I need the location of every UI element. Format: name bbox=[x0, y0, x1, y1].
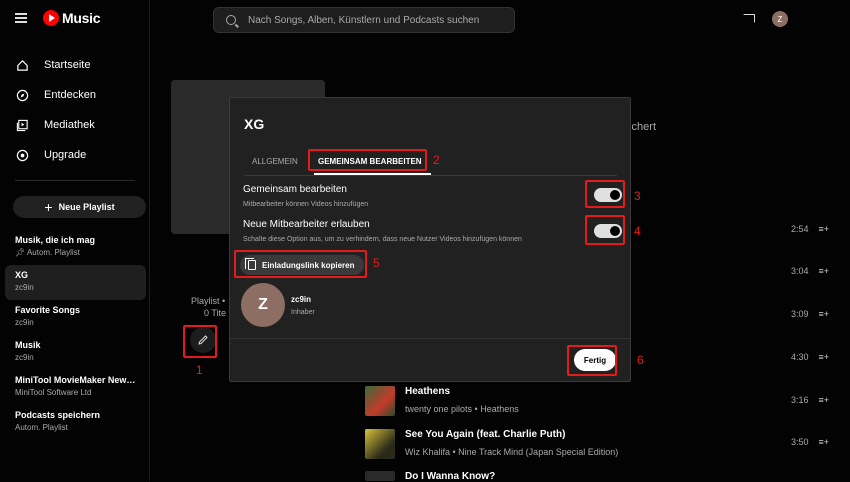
allow-sub: Schalte diese Option aus, um zu verhinde… bbox=[243, 236, 522, 243]
annotation-box bbox=[234, 250, 367, 278]
playlist-item[interactable]: XG zc9in bbox=[5, 265, 146, 300]
track-row[interactable]: Do I Wanna Know? bbox=[365, 471, 495, 482]
active-tab-indicator bbox=[314, 173, 431, 175]
playlist-item[interactable]: Favorite Songs zc9in bbox=[5, 300, 146, 335]
playlist-title: XG bbox=[15, 270, 29, 280]
playlist-sub: MiniTool Software Ltd bbox=[15, 388, 92, 397]
track-title: Do I Wanna Know? bbox=[405, 471, 496, 482]
add-to-queue-icon[interactable]: ≡+ bbox=[819, 437, 830, 447]
track-row[interactable]: See You Again (feat. Charlie Puth) Wiz K… bbox=[365, 429, 618, 459]
member-avatar: Z bbox=[241, 283, 285, 327]
playlist-title: Musik bbox=[15, 340, 41, 350]
track-title: Heathens bbox=[405, 386, 451, 397]
track-thumbnail bbox=[365, 429, 395, 459]
collab-title: Gemeinsam bearbeiten bbox=[243, 184, 347, 195]
logo-text: Music bbox=[62, 10, 101, 26]
track-duration: 3:16 bbox=[791, 395, 809, 405]
upgrade-icon bbox=[15, 148, 29, 162]
cast-icon[interactable] bbox=[743, 14, 755, 23]
allow-title: Neue Mitbearbeiter erlauben bbox=[243, 219, 370, 230]
annotation-box bbox=[308, 149, 427, 171]
playlist-list: Musik, die ich mag 📌︎ Autom. Playlist XG… bbox=[5, 230, 146, 440]
nav-item-home[interactable]: Startseite bbox=[15, 50, 96, 80]
nav-label: Upgrade bbox=[44, 149, 87, 161]
track-thumbnail bbox=[365, 386, 395, 416]
home-icon bbox=[15, 58, 29, 72]
search-input[interactable]: Nach Songs, Alben, Künstlern und Podcast… bbox=[213, 7, 515, 33]
annotation-number: 3 bbox=[634, 189, 641, 203]
nav-label: Mediathek bbox=[44, 119, 95, 131]
playlist-sub: zc9in bbox=[15, 283, 34, 292]
playlist-sub: Autom. Playlist bbox=[15, 423, 68, 432]
playlist-title: Favorite Songs bbox=[15, 305, 81, 315]
add-to-queue-icon[interactable]: ≡+ bbox=[819, 352, 830, 362]
avatar[interactable]: Z bbox=[772, 11, 788, 27]
divider bbox=[230, 338, 630, 339]
nav-item-upgrade[interactable]: Upgrade bbox=[15, 140, 96, 170]
nav-item-explore[interactable]: Entdecken bbox=[15, 80, 96, 110]
library-icon bbox=[15, 118, 29, 132]
search-placeholder: Nach Songs, Alben, Künstlern und Podcast… bbox=[248, 14, 480, 26]
tab-general[interactable]: ALLGEMEIN bbox=[252, 157, 298, 166]
annotation-box bbox=[183, 325, 217, 358]
youtube-music-logo-icon bbox=[43, 10, 59, 26]
playlist-sub: Autom. Playlist bbox=[26, 248, 80, 257]
annotation-box bbox=[585, 180, 625, 208]
sidebar-header: Music bbox=[15, 10, 100, 26]
track-sub: twenty one pilots • Heathens bbox=[405, 404, 519, 414]
track-title: See You Again (feat. Charlie Puth) bbox=[405, 429, 566, 440]
divider bbox=[15, 180, 135, 181]
annotation-number: 5 bbox=[373, 256, 380, 270]
track-sub: Wiz Khalifa • Nine Track Mind (Japan Spe… bbox=[405, 447, 619, 457]
playlist-item[interactable]: Musik zc9in bbox=[5, 335, 146, 370]
add-to-queue-icon[interactable]: ≡+ bbox=[819, 395, 830, 405]
member-name: zc9in bbox=[291, 295, 312, 304]
track-row[interactable]: Heathens twenty one pilots • Heathens bbox=[365, 386, 519, 416]
annotation-box bbox=[567, 345, 617, 376]
playlist-sub: zc9in bbox=[15, 318, 34, 327]
plus-icon: + bbox=[44, 199, 53, 215]
titles-count: 0 Tite bbox=[204, 308, 227, 318]
dialog-title: XG bbox=[244, 116, 265, 132]
playlist-item[interactable]: Musik, die ich mag 📌︎ Autom. Playlist bbox=[5, 230, 146, 265]
add-to-queue-icon[interactable]: ≡+ bbox=[819, 309, 830, 319]
track-duration: 3:04 bbox=[791, 266, 809, 276]
new-playlist-label: Neue Playlist bbox=[58, 202, 115, 212]
track-duration: 2:54 bbox=[791, 224, 809, 234]
compass-icon bbox=[15, 88, 29, 102]
track-duration: 3:09 bbox=[791, 309, 809, 319]
annotation-box bbox=[585, 215, 625, 245]
dialog-tabs: ALLGEMEIN GEMEINSAM BEARBEITEN bbox=[244, 153, 617, 176]
add-to-queue-icon[interactable]: ≡+ bbox=[819, 266, 830, 276]
track-duration: 3:50 bbox=[791, 437, 809, 447]
collab-sub: Mitbearbeiter können Videos hinzufügen bbox=[243, 201, 369, 208]
edit-playlist-dialog: XG ALLGEMEIN GEMEINSAM BEARBEITEN Gemein… bbox=[229, 97, 631, 382]
track-duration: 4:30 bbox=[791, 352, 809, 362]
nav-label: Entdecken bbox=[44, 89, 96, 101]
pin-icon: 📌︎ bbox=[15, 248, 27, 257]
add-to-queue-icon[interactable]: ≡+ bbox=[819, 224, 830, 234]
annotation-number: 2 bbox=[433, 153, 440, 167]
annotation-number: 6 bbox=[637, 353, 644, 367]
annotation-number: 4 bbox=[634, 224, 641, 238]
new-playlist-button[interactable]: + Neue Playlist bbox=[13, 196, 146, 218]
member-role: Inhaber bbox=[291, 309, 315, 316]
menu-icon[interactable] bbox=[15, 13, 27, 23]
playlist-title: Podcasts speichern bbox=[15, 410, 101, 420]
playlist-title: Musik, die ich mag bbox=[15, 235, 96, 245]
sidebar: Music Startseite Entdecken Mediathek Upg… bbox=[0, 0, 150, 481]
nav-item-library[interactable]: Mediathek bbox=[15, 110, 96, 140]
playlist-item[interactable]: Podcasts speichern Autom. Playlist bbox=[5, 405, 146, 440]
playlist-type-label: Playlist • bbox=[191, 296, 226, 306]
search-icon bbox=[226, 15, 236, 25]
logo[interactable]: Music bbox=[43, 10, 100, 26]
annotation-number: 1 bbox=[196, 363, 203, 377]
playlist-item[interactable]: MiniTool MovieMaker New F... MiniTool So… bbox=[5, 370, 146, 405]
playlist-title: MiniTool MovieMaker New F... bbox=[15, 375, 136, 385]
main-nav: Startseite Entdecken Mediathek Upgrade bbox=[15, 50, 96, 170]
playlist-sub: zc9in bbox=[15, 353, 34, 362]
track-thumbnail bbox=[365, 471, 395, 481]
nav-label: Startseite bbox=[44, 59, 91, 71]
